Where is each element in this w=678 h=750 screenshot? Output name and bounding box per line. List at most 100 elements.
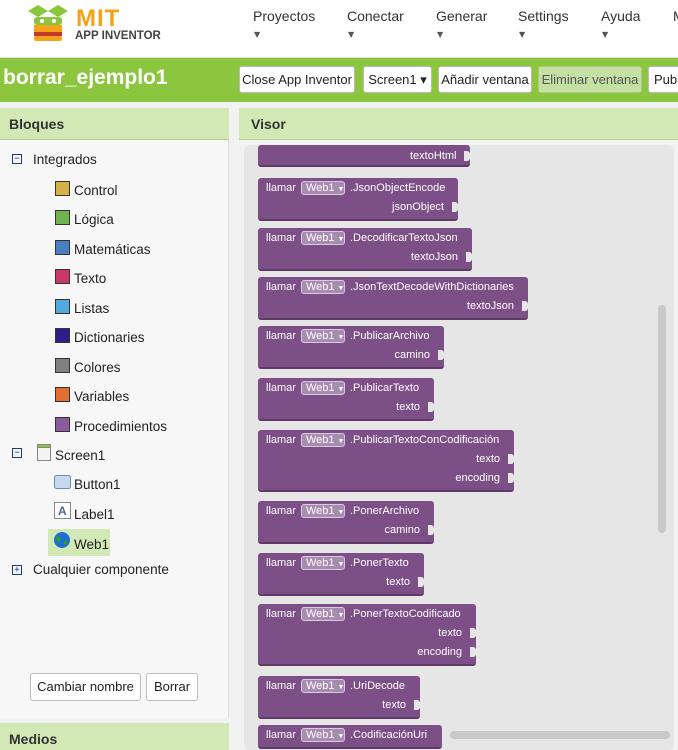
top-navigation-bar: MIT APP INVENTOR Proyectos ▼ Conectar ▼ … <box>0 0 678 58</box>
app-inventor-logo[interactable]: MIT APP INVENTOR <box>24 3 174 47</box>
category-lists[interactable]: Listas <box>74 301 109 316</box>
category-dictionaries[interactable]: Dictionaries <box>74 330 145 345</box>
tree-button1[interactable]: Button1 <box>74 477 121 492</box>
input-socket[interactable] <box>428 402 434 412</box>
blocks-panel-header: Bloques <box>0 108 229 140</box>
nav-truncated[interactable]: M <box>673 8 678 24</box>
remove-screen-button[interactable]: Eliminar ventana <box>538 66 642 93</box>
input-socket[interactable] <box>466 252 472 262</box>
expand-icon[interactable]: + <box>12 565 22 575</box>
android-logo-icon <box>28 5 68 41</box>
input-socket[interactable] <box>508 473 514 483</box>
builtin-group-label[interactable]: Integrados <box>33 152 97 167</box>
web1-call-block[interactable]: llamar Web1 ▼ .PonerTextoCodificado texto enc… <box>258 604 476 666</box>
component-dropdown[interactable]: Web1 ▼ <box>301 280 346 294</box>
nav-proyectos[interactable]: Proyectos <box>253 8 315 24</box>
input-socket[interactable] <box>418 577 424 587</box>
component-dropdown[interactable]: Web1 ▼ <box>301 181 346 195</box>
nav-conectar[interactable]: Conectar <box>347 8 404 24</box>
tree-web1[interactable]: Web1 <box>74 537 109 552</box>
collapse-icon[interactable]: − <box>12 448 22 458</box>
web1-call-block[interactable]: llamar Web1 ▼ .PublicarArchivo camino <box>258 326 444 369</box>
web1-call-block[interactable]: llamar Web1 ▼ .PonerArchivo camino <box>258 501 434 544</box>
tree-screen1[interactable]: Screen1 <box>55 448 105 463</box>
param-label: textoJson <box>410 251 458 263</box>
component-dropdown[interactable]: Web1 ▼ <box>301 607 346 621</box>
category-control[interactable]: Control <box>74 183 118 198</box>
call-keyword: llamar <box>266 232 296 244</box>
input-socket[interactable] <box>470 647 476 657</box>
text-swatch-icon <box>55 269 70 284</box>
web1-call-block[interactable]: llamar Web1 ▼ .PublicarTextoConCodificación… <box>258 430 514 492</box>
call-keyword: llamar <box>266 281 296 293</box>
rename-button[interactable]: Cambiar nombre <box>30 673 141 701</box>
method-name: .PublicarArchivo <box>350 330 430 342</box>
method-name: .PonerArchivo <box>350 505 420 517</box>
chevron-down-icon: ▼ <box>337 334 345 341</box>
media-panel-header: Medios <box>0 723 229 750</box>
label-component-icon: A <box>54 502 71 519</box>
category-variables[interactable]: Variables <box>74 389 129 404</box>
component-dropdown[interactable]: Web1 ▼ <box>301 433 346 447</box>
nav-ayuda[interactable]: Ayuda <box>601 8 640 24</box>
input-socket[interactable] <box>428 525 434 535</box>
web1-call-block[interactable]: llamar Web1 ▼ .JsonTextDecodeWithDictionari… <box>258 277 528 320</box>
publish-button[interactable]: Publi <box>648 66 678 93</box>
collapse-icon[interactable]: − <box>12 154 22 164</box>
web1-call-block[interactable]: llamar Web1 ▼ .CodificaciónUri <box>258 725 442 749</box>
component-dropdown[interactable]: Web1 ▼ <box>301 381 346 395</box>
category-text[interactable]: Texto <box>74 271 106 286</box>
method-name: .PublicarTexto <box>350 382 420 394</box>
component-dropdown[interactable]: Web1 ▼ <box>301 556 346 570</box>
screen-selector-button[interactable]: Screen1 ▾ <box>363 66 432 93</box>
web1-call-block[interactable]: llamar Web1 ▼ .DecodificarTextoJson textoJso… <box>258 228 472 271</box>
web1-call-block[interactable]: llamar Web1 ▼ .UriDecode texto <box>258 676 420 719</box>
input-socket[interactable] <box>470 628 476 638</box>
call-keyword: llamar <box>266 729 296 741</box>
param-label: camino <box>394 349 430 361</box>
nav-generar[interactable]: Generar <box>436 8 487 24</box>
chevron-down-icon: ▼ <box>254 30 261 39</box>
web1-call-block[interactable]: llamar Web1 ▼ .JsonObjectEncode jsonObject <box>258 178 458 221</box>
component-dropdown[interactable]: Web1 ▼ <box>301 679 346 693</box>
chevron-down-icon: ▼ <box>337 684 345 691</box>
input-socket[interactable] <box>508 454 514 464</box>
input-socket[interactable] <box>522 301 528 311</box>
project-name: borrar_ejemplo1 <box>3 66 168 89</box>
category-math[interactable]: Matemáticas <box>74 242 151 257</box>
param-label: texto <box>396 401 420 413</box>
web1-call-block[interactable]: llamar Web1 ▼ .PublicarTexto texto <box>258 378 434 421</box>
component-dropdown[interactable]: Web1 ▼ <box>301 231 346 245</box>
horizontal-scrollbar[interactable] <box>450 731 670 739</box>
category-procedures[interactable]: Procedimientos <box>74 419 167 434</box>
component-dropdown[interactable]: Web1 ▼ <box>301 728 346 742</box>
web1-call-block[interactable]: llamar Web1 ▼ .PonerTexto texto <box>258 553 424 596</box>
method-name: .JsonTextDecodeWithDictionaries <box>350 281 514 293</box>
input-socket[interactable] <box>414 700 420 710</box>
tree-label1[interactable]: Label1 <box>74 507 115 522</box>
param-label: texto <box>386 576 410 588</box>
component-dropdown[interactable]: Web1 ▼ <box>301 504 346 518</box>
colors-swatch-icon <box>55 358 70 373</box>
category-colors[interactable]: Colores <box>74 360 121 375</box>
input-socket[interactable] <box>452 202 458 212</box>
input-socket[interactable] <box>438 350 444 360</box>
logo-mit-text: MIT <box>76 5 121 32</box>
delete-button[interactable]: Borrar <box>146 673 198 701</box>
chevron-down-icon: ▼ <box>348 30 355 39</box>
chevron-down-icon: ▼ <box>337 733 345 740</box>
method-name: .PonerTextoCodificado <box>350 608 461 620</box>
vertical-scrollbar[interactable] <box>658 305 666 533</box>
close-app-inventor-button[interactable]: Close App Inventor <box>239 66 355 93</box>
method-name: .JsonObjectEncode <box>350 182 446 194</box>
viewer-panel-header: Visor <box>239 108 678 140</box>
chevron-down-icon: ▼ <box>519 30 526 39</box>
add-screen-button[interactable]: Añadir ventana <box>438 66 532 93</box>
svg-text:A: A <box>58 504 67 518</box>
call-keyword: llamar <box>266 505 296 517</box>
partial-block[interactable]: textoHtml <box>258 145 470 167</box>
component-dropdown[interactable]: Web1 ▼ <box>301 329 346 343</box>
nav-settings[interactable]: Settings <box>518 8 569 24</box>
any-component-label[interactable]: Cualquier componente <box>33 562 169 577</box>
category-logic[interactable]: Lógica <box>74 212 114 227</box>
